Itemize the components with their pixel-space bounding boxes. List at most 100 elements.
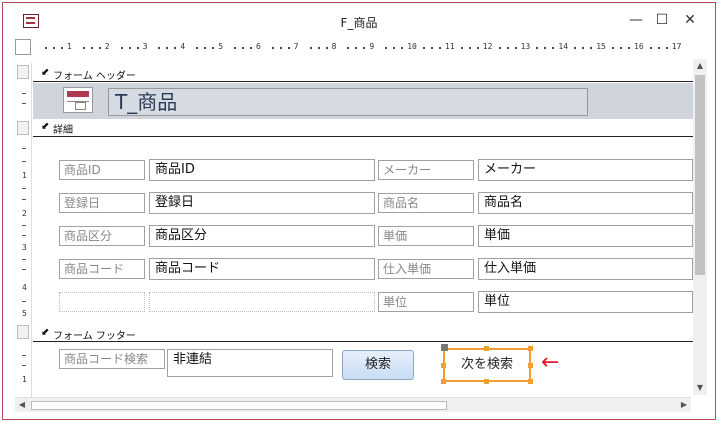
detail-section-bar[interactable]: ⬋ 詳細 <box>33 119 693 136</box>
empty-placeholder <box>149 292 375 312</box>
label-unit-price[interactable]: 単価 <box>378 226 474 246</box>
ruler-tick <box>347 47 350 49</box>
scroll-up-icon[interactable]: ▲ <box>693 59 707 73</box>
label-registered-date[interactable]: 登録日 <box>59 193 145 213</box>
ruler-tick <box>612 47 614 49</box>
form-logo-box <box>75 102 86 110</box>
ruler-tick <box>22 301 26 302</box>
textbox-maker[interactable]: メーカー <box>478 159 693 181</box>
label-product-category[interactable]: 商品区分 <box>59 226 145 246</box>
ruler-tick <box>544 47 547 49</box>
ruler-tick <box>460 47 463 49</box>
ruler-tick <box>22 259 26 260</box>
ruler-tick <box>363 47 366 49</box>
scroll-down-icon[interactable]: ▼ <box>693 381 707 395</box>
ruler-tick <box>22 269 26 270</box>
ruler-tick <box>574 47 577 49</box>
ruler-tick <box>317 47 320 49</box>
ruler-tick <box>476 47 479 49</box>
textbox-product-id[interactable]: 商品ID <box>149 159 375 181</box>
ruler-number: 3 <box>142 42 148 51</box>
ruler-number: 1 <box>22 171 27 180</box>
resize-handle[interactable] <box>484 379 489 384</box>
form-logo-icon[interactable] <box>63 87 93 113</box>
resize-handle[interactable] <box>484 346 489 351</box>
close-button[interactable]: ✕ <box>679 10 701 30</box>
search-button[interactable]: 検索 <box>342 350 414 380</box>
ruler-tick <box>628 47 630 49</box>
ruler-number: 1 <box>67 42 72 51</box>
ruler-footer-marker <box>17 325 29 339</box>
maximize-button[interactable]: ☐ <box>651 10 673 30</box>
label-purchase-price[interactable]: 仕入単価 <box>378 259 474 279</box>
ruler-tick <box>393 47 396 49</box>
ruler-tick <box>22 188 26 189</box>
horizontal-scrollbar[interactable]: ◀ ▶ <box>15 397 691 412</box>
textbox-product-code-search[interactable]: 非連結 <box>167 349 333 377</box>
move-handle[interactable] <box>441 344 448 351</box>
resize-handle[interactable] <box>528 346 533 351</box>
label-product-code-search[interactable]: 商品コード検索 <box>59 349 165 369</box>
form-header-band[interactable]: T_商品 <box>33 83 693 119</box>
ruler-number: 1 <box>22 375 27 384</box>
horizontal-ruler[interactable]: 1 2 3 4 5 6 7 8 9 10 11 12 13 14 15 16 17 <box>33 41 693 55</box>
ruler-tick <box>552 47 555 49</box>
vertical-scrollbar[interactable]: ▲ ▼ <box>693 59 707 395</box>
ruler-number: 6 <box>256 42 261 51</box>
resize-handle[interactable] <box>528 379 533 384</box>
horizontal-scroll-thumb[interactable] <box>31 401 447 410</box>
ruler-tick <box>196 47 199 49</box>
textbox-product-category[interactable]: 商品区分 <box>149 225 375 247</box>
textbox-unit[interactable]: 単位 <box>478 291 693 313</box>
ruler-tick <box>325 47 328 49</box>
ruler-header-marker <box>17 65 29 79</box>
textbox-product-code[interactable]: 商品コード <box>149 258 375 280</box>
ruler-tick <box>22 199 26 200</box>
ruler-number: 12 <box>482 42 493 51</box>
minimize-button[interactable]: — <box>625 10 647 30</box>
resize-handle[interactable] <box>441 379 446 384</box>
resize-handle[interactable] <box>528 363 533 368</box>
ruler-tick <box>468 47 471 49</box>
form-footer-section-bar[interactable]: ⬋ フォーム フッター <box>33 325 693 342</box>
textbox-purchase-price[interactable]: 仕入単価 <box>478 258 693 280</box>
form-header-section-bar[interactable]: ⬋ フォーム ヘッダー <box>33 65 693 82</box>
ruler-tick <box>620 47 622 49</box>
red-arrow-icon: ← <box>541 350 560 375</box>
resize-handle[interactable] <box>441 363 446 368</box>
section-arrow-icon: ⬋ <box>41 121 50 132</box>
form-selector[interactable] <box>15 39 31 55</box>
label-product-name[interactable]: 商品名 <box>378 193 474 213</box>
textbox-registered-date[interactable]: 登録日 <box>149 192 375 214</box>
ruler-tick <box>22 225 26 226</box>
ruler-tick <box>22 161 26 162</box>
label-unit[interactable]: 単位 <box>378 292 474 312</box>
ruler-tick <box>234 47 236 49</box>
textbox-unit-price[interactable]: 単価 <box>478 225 693 247</box>
textbox-product-name[interactable]: 商品名 <box>478 192 693 214</box>
ruler-tick <box>385 47 388 49</box>
window-title: F_商品 <box>340 16 378 30</box>
label-product-id[interactable]: 商品ID <box>59 160 145 180</box>
vertical-ruler[interactable] <box>17 63 32 397</box>
ruler-number: 15 <box>596 42 606 51</box>
ruler-tick <box>204 47 207 49</box>
ruler-tick <box>166 47 169 49</box>
section-arrow-icon: ⬋ <box>41 67 50 78</box>
vertical-scroll-thumb[interactable] <box>695 75 705 275</box>
ruler-tick <box>22 235 26 236</box>
ruler-number: 2 <box>22 209 27 218</box>
scroll-left-icon[interactable]: ◀ <box>15 398 29 412</box>
header-title-label[interactable]: T_商品 <box>108 88 588 116</box>
ruler-tick <box>61 47 63 49</box>
ruler-tick <box>536 47 539 49</box>
ruler-tick <box>498 47 501 49</box>
label-product-code[interactable]: 商品コード <box>59 259 145 279</box>
ruler-tick <box>401 47 404 49</box>
ruler-tick <box>82 47 85 49</box>
label-maker[interactable]: メーカー <box>378 160 474 180</box>
ruler-number: 5 <box>218 42 224 51</box>
ruler-tick <box>287 47 290 49</box>
find-next-button[interactable]: 次を検索 <box>443 348 531 382</box>
scroll-right-icon[interactable]: ▶ <box>677 398 691 412</box>
